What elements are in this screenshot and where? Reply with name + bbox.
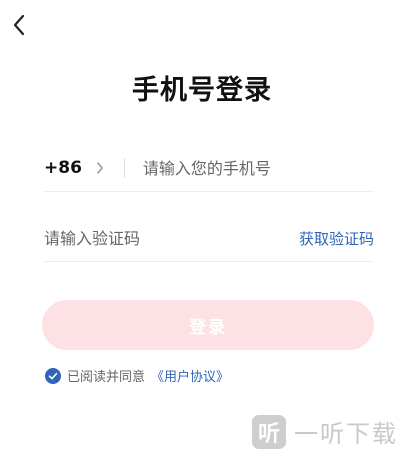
watermark: 听 一听下载 [252, 414, 398, 449]
agreement-checkbox[interactable] [45, 367, 61, 384]
chevron-left-icon [13, 14, 25, 36]
phone-row: +86 [44, 145, 374, 192]
phone-input[interactable] [142, 158, 374, 178]
country-code-selector[interactable]: +86 [44, 158, 104, 178]
chevron-right-icon [96, 162, 104, 174]
country-code-label: +86 [44, 158, 82, 178]
check-icon [48, 372, 58, 379]
login-screen: 手机号登录 +86 获取验证码 登录 已阅读并同意 《用户协议》 听 一听下载 [0, 0, 404, 453]
watermark-text: 一听下载 [294, 420, 398, 448]
verification-code-input[interactable] [44, 228, 299, 248]
login-button[interactable]: 登录 [42, 300, 374, 350]
watermark-logo-icon: 听 [252, 414, 286, 449]
get-code-button[interactable]: 获取验证码 [299, 228, 374, 249]
field-divider [123, 158, 125, 178]
page-title: 手机号登录 [132, 75, 272, 106]
back-button[interactable] [8, 12, 30, 38]
code-row: 获取验证码 [44, 215, 374, 262]
agreement: 已阅读并同意 《用户协议》 [45, 366, 229, 385]
user-agreement-link[interactable]: 《用户协议》 [151, 366, 229, 385]
agreement-text: 已阅读并同意 [67, 370, 146, 385]
